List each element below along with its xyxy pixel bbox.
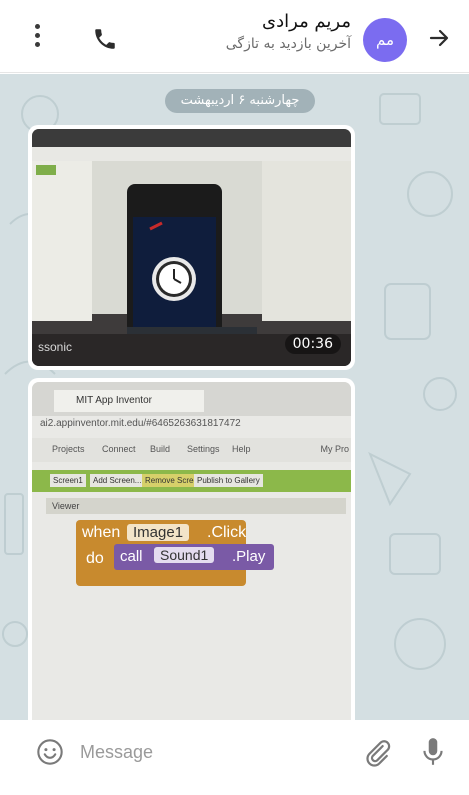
attach-paperclip-icon[interactable] bbox=[362, 738, 392, 768]
message-input-bar bbox=[0, 720, 469, 795]
back-arrow-icon[interactable] bbox=[427, 26, 451, 50]
monitor-brand-text: ssonic bbox=[38, 340, 73, 354]
block-target: Sound1 bbox=[154, 547, 215, 563]
contact-name: مریم مرادی bbox=[262, 11, 351, 32]
video-thumbnail[interactable]: ssonic 00:36 bbox=[32, 129, 351, 366]
more-menu-icon[interactable] bbox=[32, 24, 42, 52]
date-separator: چهارشنبه ۶ اردیبهشت bbox=[165, 89, 315, 113]
contact-info[interactable]: مریم مرادی آخرین بازدید به تازگی bbox=[226, 10, 351, 54]
block-call: call bbox=[120, 548, 143, 565]
chat-area[interactable]: چهارشنبه ۶ اردیبهشت ssonic 00:36 MIT App… bbox=[0, 74, 469, 720]
message-input[interactable] bbox=[80, 736, 340, 768]
phone-call-icon[interactable] bbox=[92, 26, 118, 52]
chat-header: مریم مرادی آخرین بازدید به تازگی مم bbox=[0, 0, 469, 73]
block-event: .Click bbox=[207, 524, 247, 541]
video-message[interactable]: ssonic 00:36 bbox=[28, 125, 355, 370]
video-frame bbox=[32, 129, 351, 366]
app-toolbar: Screen1 Add Screen... Remove Screen Publ… bbox=[32, 470, 351, 492]
block-when: when bbox=[82, 524, 121, 541]
browser-tab: MIT App Inventor bbox=[54, 390, 204, 412]
video-duration: 00:36 bbox=[284, 334, 341, 354]
microphone-icon[interactable] bbox=[420, 736, 446, 768]
block-component: Image1 bbox=[127, 524, 190, 541]
last-seen-status: آخرین بازدید به تازگی bbox=[225, 36, 351, 52]
photo-image[interactable]: MIT App Inventor ai2.appinventor.mit.edu… bbox=[32, 382, 351, 720]
avatar[interactable]: مم bbox=[363, 18, 407, 62]
viewer-header: Viewer bbox=[46, 498, 346, 514]
block-method: .Play bbox=[232, 548, 266, 565]
block-do: do bbox=[86, 550, 104, 567]
browser-tab-bar: MIT App Inventor bbox=[32, 382, 351, 416]
emoji-icon[interactable] bbox=[36, 738, 64, 766]
app-menu-bar: Projects Connect Build Settings Help My … bbox=[32, 438, 351, 462]
photo-message[interactable]: MIT App Inventor ai2.appinventor.mit.edu… bbox=[28, 378, 355, 720]
address-bar: ai2.appinventor.mit.edu/#646526363181747… bbox=[40, 418, 241, 429]
